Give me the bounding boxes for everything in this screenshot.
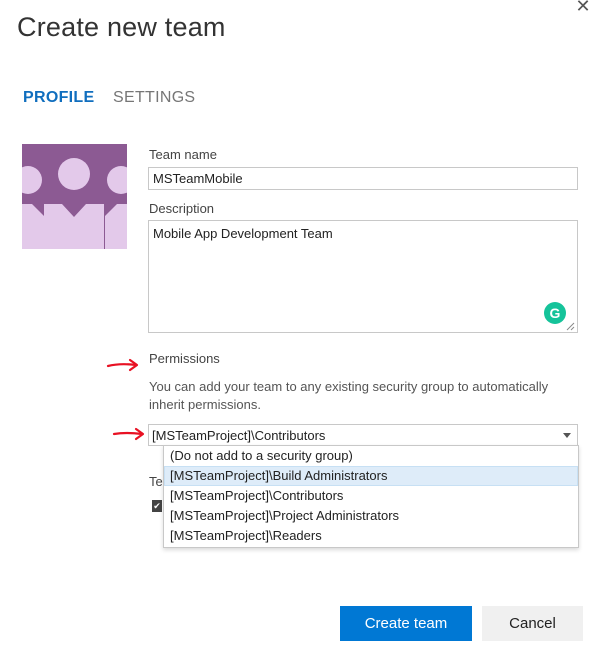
tab-profile[interactable]: PROFILE <box>23 89 94 107</box>
checkbox[interactable]: ✔ <box>152 500 162 512</box>
dialog-title: Create new team <box>17 12 226 42</box>
security-group-dropdown: (Do not add to a security group) [MSTeam… <box>163 445 579 548</box>
create-team-button[interactable]: Create team <box>340 606 472 641</box>
grammarly-icon[interactable]: G <box>544 302 566 324</box>
dropdown-option[interactable]: (Do not add to a security group) <box>164 446 578 466</box>
permissions-help-text: You can add your team to any existing se… <box>149 379 549 412</box>
dropdown-option[interactable]: [MSTeamProject]\Readers <box>164 526 578 546</box>
security-group-select[interactable]: [MSTeamProject]\Contributors <box>148 424 578 446</box>
dropdown-option[interactable]: [MSTeamProject]\Contributors <box>164 486 578 506</box>
description-textarea[interactable]: Mobile App Development Team <box>148 220 578 333</box>
dropdown-option[interactable]: [MSTeamProject]\Build Administrators <box>164 466 578 486</box>
dropdown-option[interactable]: [MSTeamProject]\Project Administrators <box>164 506 578 526</box>
team-avatar-graphic <box>22 158 127 249</box>
permissions-label: Permissions <box>149 351 220 366</box>
team-name-input[interactable] <box>148 167 578 190</box>
hidden-section-label: Te <box>149 474 163 489</box>
tab-settings[interactable]: SETTINGS <box>113 89 195 107</box>
cancel-button[interactable]: Cancel <box>482 606 583 641</box>
team-avatar-icon[interactable] <box>22 144 127 249</box>
chevron-down-icon[interactable] <box>563 433 571 438</box>
team-name-label: Team name <box>149 147 217 162</box>
close-icon[interactable]: ✕ <box>573 0 593 16</box>
description-label: Description <box>149 201 215 216</box>
security-group-selected-value: [MSTeamProject]\Contributors <box>152 428 326 443</box>
annotation-arrow-icon <box>106 358 139 372</box>
resize-handle-icon[interactable] <box>566 322 575 331</box>
annotation-arrow-icon <box>112 427 145 441</box>
